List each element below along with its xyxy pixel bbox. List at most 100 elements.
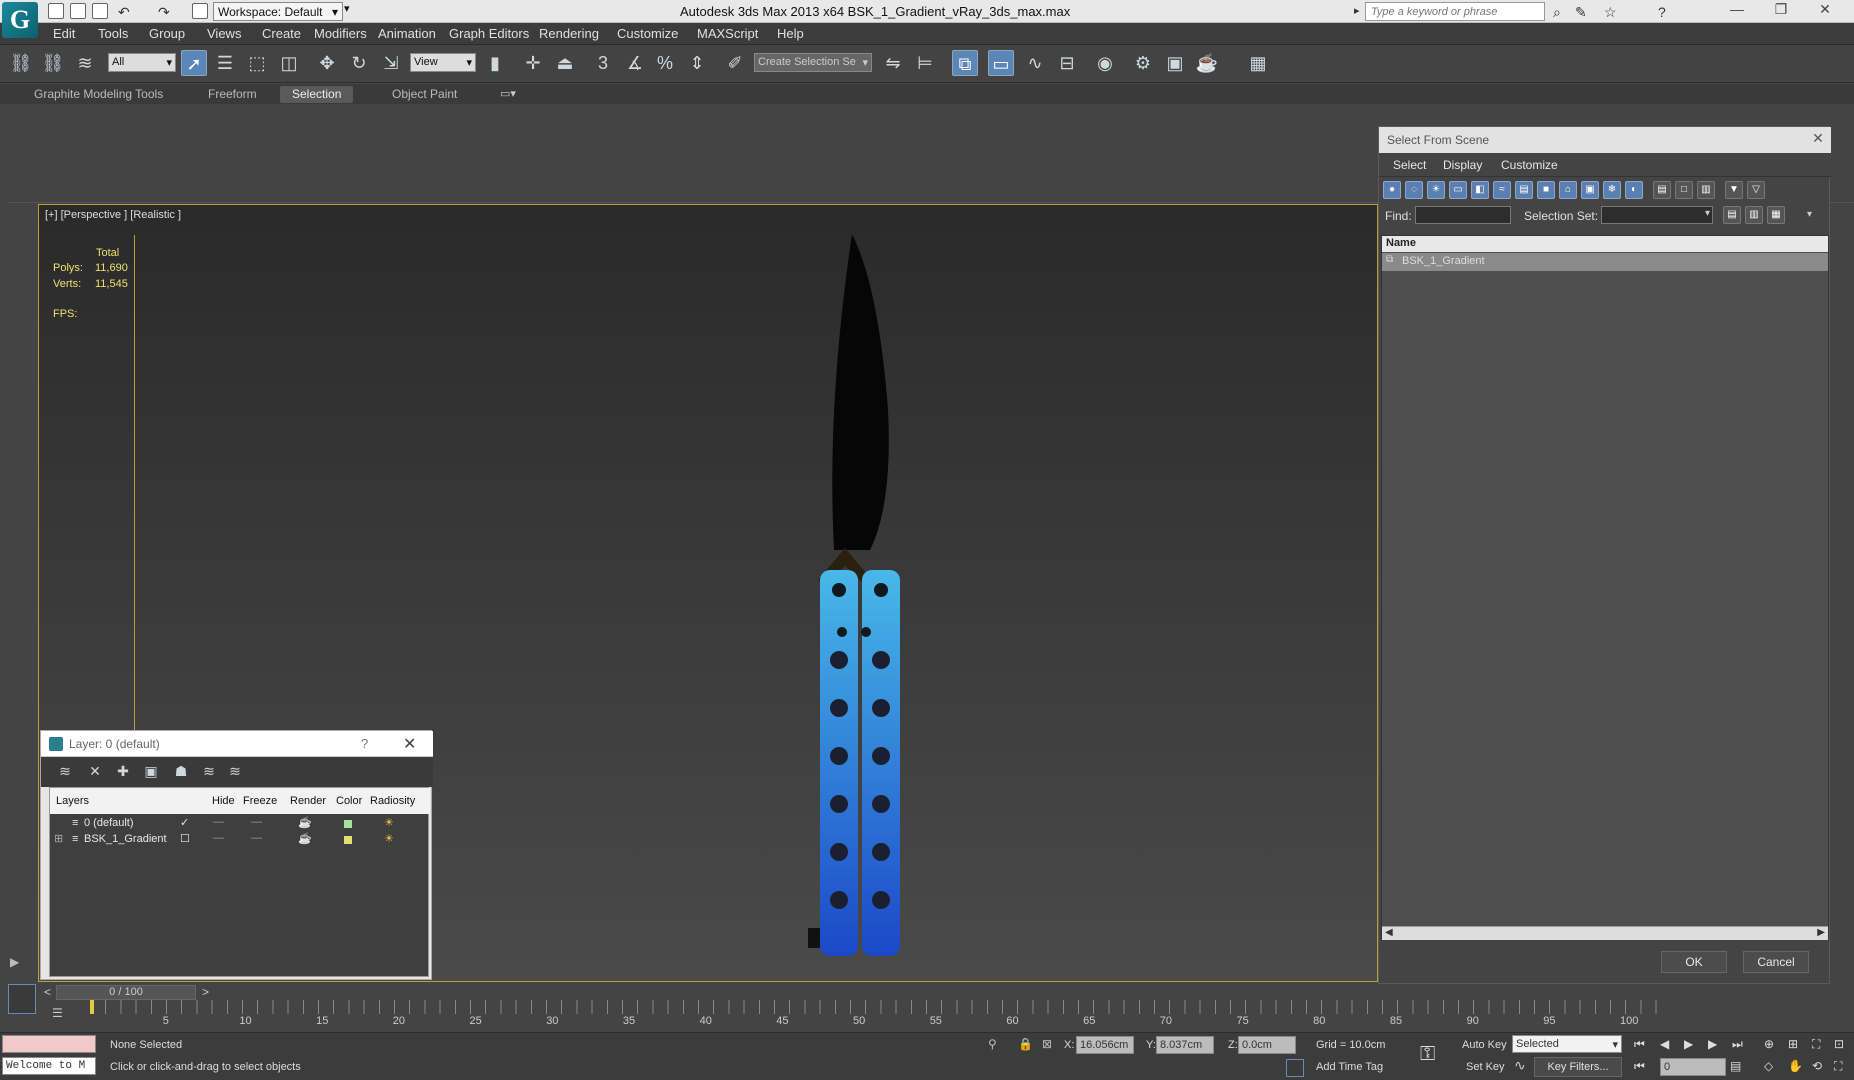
edit-named-selection-icon[interactable]: ✐ [722,50,748,76]
menu-customize[interactable]: Customize [617,26,678,41]
select-object-icon[interactable]: ➚ [181,50,207,76]
field-of-view-icon[interactable]: ◇ [1764,1059,1773,1073]
layer-color-swatch[interactable] [344,836,352,844]
display-frozen-icon[interactable]: ❄ [1603,181,1621,199]
add-to-selection-set-icon[interactable]: ▦ [1767,206,1785,224]
reference-coordinate-dropdown[interactable]: View ▾ [410,53,476,72]
select-all-icon[interactable]: ▤ [1653,181,1671,199]
col-color[interactable]: Color [336,795,362,807]
window-crossing-icon[interactable]: ◫ [276,50,302,76]
y-coordinate-field[interactable]: 8.037cm [1156,1036,1214,1054]
help-icon[interactable]: ? [1658,4,1666,20]
sfs-menu-customize[interactable]: Customize [1501,158,1558,172]
filter-options-icon[interactable]: ▽ [1747,181,1765,199]
radiosity-icon[interactable]: ☀ [384,816,394,829]
scene-object-list[interactable]: Name ⧉ BSK_1_Gradient ◀ ▶ [1381,235,1829,940]
render-teapot-icon[interactable]: ☕ [298,832,312,845]
display-space-warps-icon[interactable]: ≈ [1493,181,1511,199]
set-key-button[interactable]: Set Key [1466,1061,1505,1073]
menu-maxscript[interactable]: MAXScript [697,26,758,41]
col-freeze[interactable]: Freeze [243,795,277,807]
col-render[interactable]: Render [290,795,326,807]
save-file-icon[interactable] [92,3,108,19]
freeze-all-layers-icon[interactable]: ≋ [225,763,245,781]
minimize-button[interactable]: — [1722,1,1752,21]
redo-icon[interactable]: ↷ [158,4,170,21]
restore-button[interactable]: ❐ [1766,1,1796,21]
radiosity-icon[interactable]: ☀ [384,832,394,845]
maxscript-listener[interactable] [2,1035,96,1053]
active-layer-check-icon[interactable]: ✓ [180,816,189,829]
add-to-layer-icon[interactable]: ✚ [113,763,133,781]
mirror-icon[interactable]: ⇋ [880,50,906,76]
angle-snap-icon[interactable]: ∡ [622,50,648,76]
horizontal-scrollbar[interactable]: ◀ ▶ [1382,926,1828,940]
z-coordinate-field[interactable]: 0.0cm [1238,1036,1296,1054]
render-production-icon[interactable]: ☕ [1194,50,1220,76]
next-frame-icon[interactable]: ▶ [1708,1037,1717,1051]
play-icon[interactable]: ▶ [1684,1037,1693,1051]
x-coordinate-field[interactable]: 16.056cm [1076,1036,1134,1054]
select-invert-icon[interactable]: ▥ [1697,181,1715,199]
menu-tools[interactable]: Tools [98,26,128,41]
go-to-start-icon[interactable]: ⏮ [1634,1037,1645,1052]
maximize-viewport-icon[interactable]: ⛶ [1834,1059,1842,1074]
key-mode-toggle-icon[interactable]: ⏮ [1634,1059,1645,1074]
create-layer-icon[interactable]: ≋ [55,763,75,781]
bind-space-warp-icon[interactable]: ≋ [72,50,98,76]
zoom-extents-all-icon[interactable]: ⊡ [1834,1037,1844,1051]
select-in-layer-icon[interactable]: ▣ [141,763,161,781]
menu-modifiers[interactable]: Modifiers [314,26,367,41]
table-row[interactable]: ≡ 0 (default) ✓ — — ☕ ☀ [50,816,430,832]
unlink-icon[interactable]: ⛓ [40,50,66,76]
display-shapes-icon[interactable]: ◌ [1405,181,1423,199]
next-frame-arrow-icon[interactable]: > [202,985,209,999]
track-bar-menu-icon[interactable]: ☰ [52,1006,70,1022]
previous-frame-icon[interactable]: ◀ [1660,1037,1669,1051]
go-to-end-icon[interactable]: ⏭ [1732,1037,1743,1052]
delete-layer-icon[interactable]: ✕ [85,763,105,781]
schematic-view-icon[interactable]: ⊟ [1054,50,1080,76]
scroll-left-icon[interactable]: ◀ [1385,927,1393,938]
menu-edit[interactable]: Edit [53,26,75,41]
auto-key-button[interactable]: Auto Key [1462,1039,1507,1051]
mini-curve-editor-icon[interactable] [8,984,36,1014]
highlight-layer-icon[interactable]: ☗ [171,763,191,781]
project-folder-icon[interactable] [192,3,208,19]
expand-track-icon[interactable]: ▶ [10,955,19,969]
graphite-toggle-icon[interactable]: ▭ [988,50,1014,76]
select-none-icon[interactable]: □ [1675,181,1693,199]
material-editor-icon[interactable]: ◉ [1092,50,1118,76]
sfs-options-arrow-icon[interactable]: ▾ [1807,209,1812,220]
search-input[interactable]: Type a keyword or phrase [1365,2,1545,21]
quick-access-dropdown-icon[interactable]: ▾ [344,2,358,21]
curve-editor-icon[interactable]: ∿ [1022,50,1048,76]
select-and-link-icon[interactable]: ⛓ [8,50,34,76]
key-tangent-icon[interactable]: ∿ [1514,1057,1526,1074]
menu-views[interactable]: Views [207,26,241,41]
layer-help-icon[interactable]: ? [361,736,368,751]
absolute-mode-icon[interactable]: ⊠ [1042,1037,1052,1051]
find-input[interactable] [1415,206,1511,224]
sfs-menu-display[interactable]: Display [1443,158,1482,172]
tab-freeform[interactable]: Freeform [196,86,269,103]
column-header-name[interactable]: Name [1382,236,1828,252]
hide-toggle[interactable]: — [213,832,224,844]
maxscript-mini-listener[interactable]: Welcome to M [2,1057,96,1075]
zoom-all-icon[interactable]: ⊞ [1788,1037,1798,1051]
isolate-selection-icon[interactable]: ⚲ [988,1037,997,1051]
move-icon[interactable]: ✥ [314,50,340,76]
pan-view-icon[interactable]: ✋ [1788,1059,1803,1073]
render-setup-icon[interactable]: ⚙ [1130,50,1156,76]
time-configuration-icon[interactable]: ▤ [1730,1059,1741,1073]
app-logo[interactable]: G [2,2,38,38]
butterfly-knife-model[interactable] [770,230,920,970]
freeze-toggle[interactable]: — [251,832,262,844]
track-bar[interactable]: 5 10 15 20 25 30 35 40 45 50 55 60 65 70 75 80 85 90 95 100 [90,1000,1670,1030]
display-lights-icon[interactable]: ☀ [1427,181,1445,199]
set-key-mode-icon[interactable]: ⚿ [1420,1043,1435,1066]
tab-graphite-modeling-tools[interactable]: Graphite Modeling Tools [22,86,175,103]
display-geometry-icon[interactable]: ● [1383,181,1401,199]
pivot-center-icon[interactable]: ▮ [482,50,508,76]
undo-icon[interactable]: ↶ [118,4,130,21]
